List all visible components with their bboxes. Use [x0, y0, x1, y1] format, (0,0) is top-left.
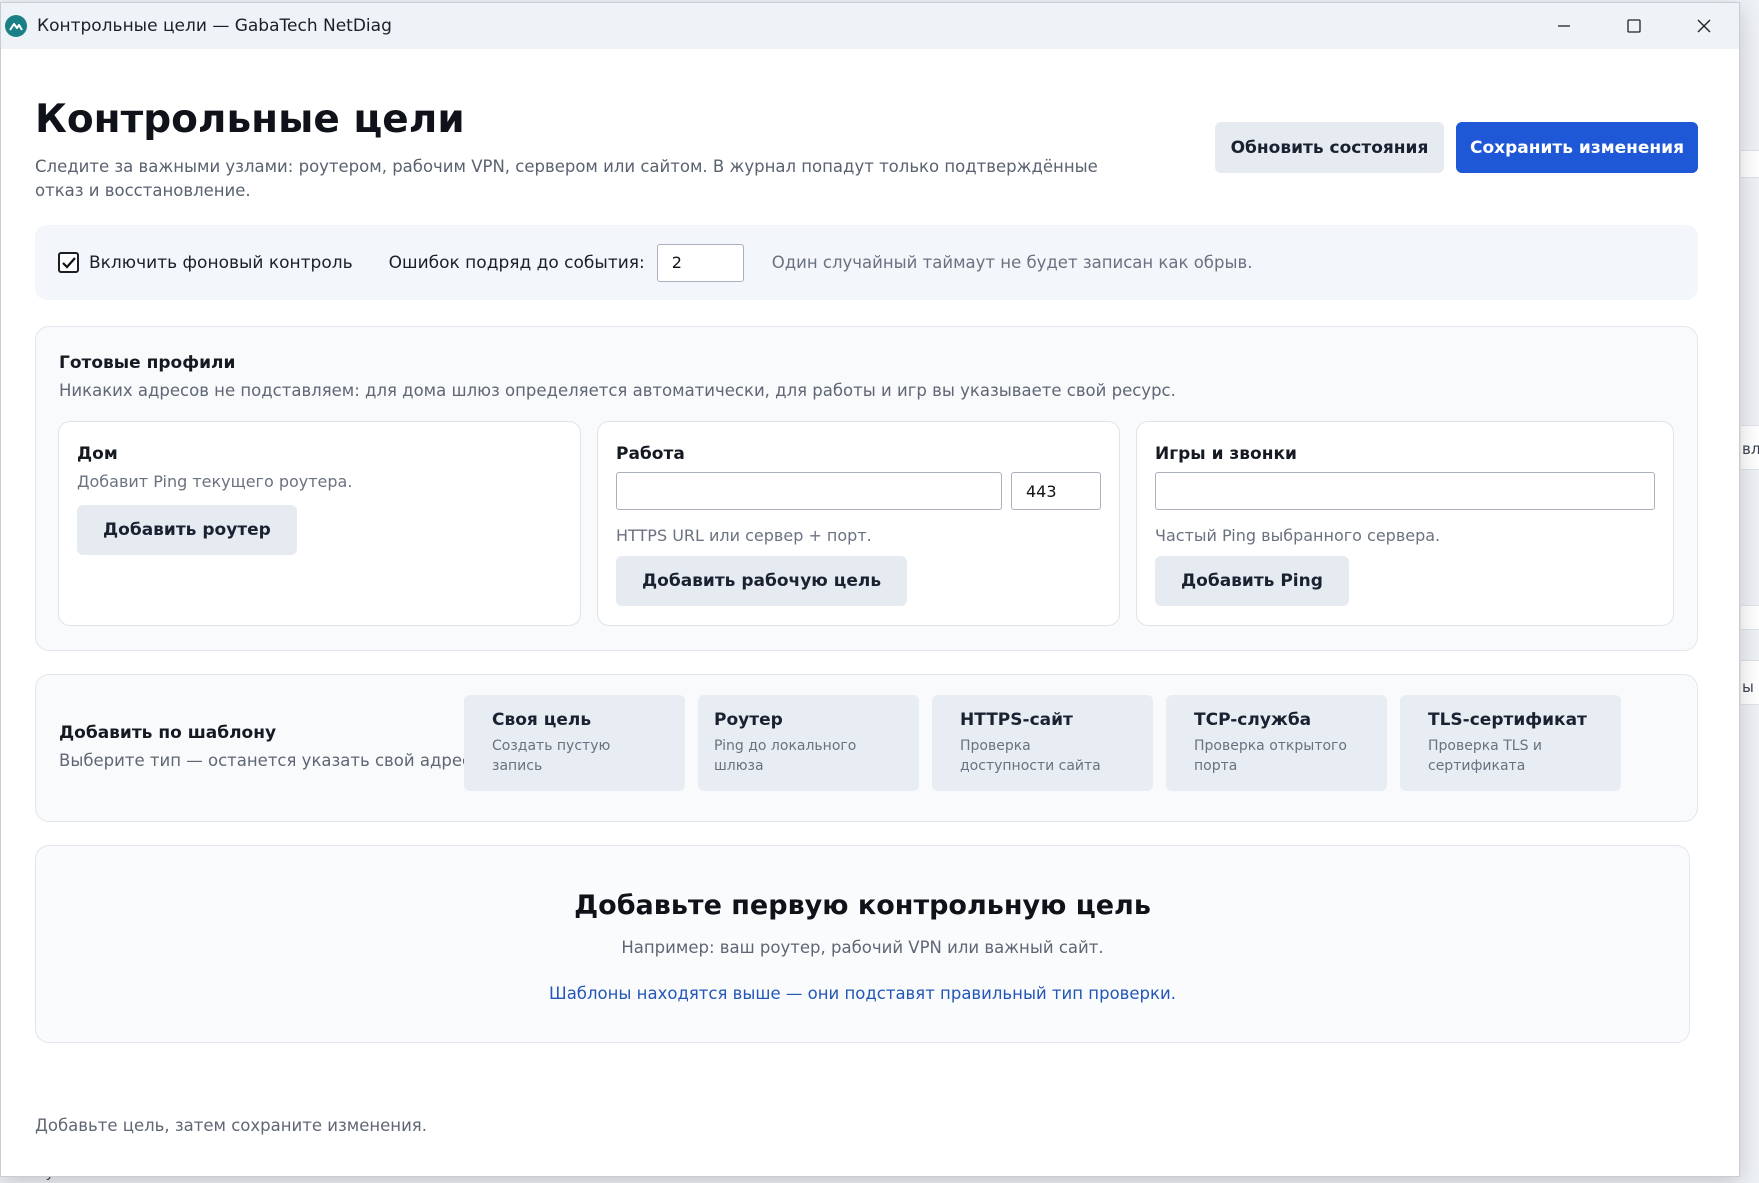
templates-subtitle: Выберите тип — останется указать свой ад…: [59, 751, 477, 770]
profiles-subtitle: Никаких адресов не подставляем: для дома…: [59, 381, 1176, 400]
games-input-hint: Частый Ping выбранного сервера.: [1155, 526, 1441, 545]
empty-state-subtitle: Например: ваш роутер, рабочий VPN или ва…: [621, 938, 1104, 957]
template-title: Своя цель: [492, 710, 592, 730]
minimize-button[interactable]: [1529, 3, 1599, 49]
template-description: Проверка TLS и сертификата: [1428, 738, 1543, 774]
save-changes-button[interactable]: Сохранить изменения: [1456, 122, 1698, 173]
enable-monitoring-checkbox[interactable]: [58, 252, 79, 273]
profile-card-title: Игры и звонки: [1155, 444, 1297, 464]
background-text: ы: [1742, 678, 1754, 696]
page-title: Контрольные цели: [35, 97, 465, 142]
template-https-site[interactable]: HTTPS-сайт Проверка доступности сайта: [932, 695, 1153, 791]
failures-threshold-label: Ошибок подряд до события:: [388, 252, 645, 273]
ready-profiles-panel: Готовые профили Никаких адресов не подст…: [35, 326, 1698, 651]
template-custom-target[interactable]: Своя цель Создать пустую запись: [464, 695, 685, 791]
template-title: TCP-служба: [1194, 710, 1312, 730]
window-controls: [1529, 3, 1739, 49]
template-description: Проверка доступности сайта: [960, 738, 1101, 774]
profile-card-description: Добавит Ping текущего роутера.: [77, 472, 353, 491]
template-title: HTTPS-сайт: [960, 710, 1073, 730]
template-router[interactable]: Роутер Ping до локального шлюза: [698, 695, 919, 791]
template-title: Роутер: [714, 710, 783, 730]
profile-card-title: Работа: [616, 444, 685, 464]
profile-card-title: Дом: [77, 444, 118, 464]
minimize-icon: [1558, 25, 1570, 27]
footer-status-text: Добавьте цель, затем сохраните изменения…: [35, 1116, 427, 1135]
title-bar[interactable]: Контрольные цели — GabaTech NetDiag: [1, 3, 1739, 49]
enable-monitoring-label[interactable]: Включить фоновый контроль: [89, 253, 353, 273]
template-tls-certificate[interactable]: TLS-сертификат Проверка TLS и сертификат…: [1400, 695, 1621, 791]
empty-state-templates-link[interactable]: Шаблоны находятся выше — они подставят п…: [36, 984, 1689, 1003]
add-ping-button[interactable]: Добавить Ping: [1155, 556, 1349, 606]
checkmark-icon: [61, 256, 76, 269]
page-subtitle: Следите за важными узлами: роутером, раб…: [35, 157, 1098, 200]
refresh-states-button[interactable]: Обновить состояния: [1215, 122, 1444, 173]
profile-card-work: Работа HTTPS URL или сервер + порт. Доба…: [597, 421, 1120, 626]
templates-title: Добавить по шаблону: [59, 723, 277, 743]
work-host-input[interactable]: [616, 472, 1002, 510]
work-input-hint: HTTPS URL или сервер + порт.: [616, 526, 872, 545]
app-logo-icon: [5, 15, 27, 37]
profile-card-games: Игры и звонки Частый Ping выбранного сер…: [1136, 421, 1674, 626]
monitoring-settings-bar: Включить фоновый контроль Ошибок подряд …: [35, 225, 1698, 300]
empty-state-title: Добавьте первую контрольную цель: [574, 890, 1151, 921]
close-icon: [1697, 19, 1711, 33]
empty-state-panel: Добавьте первую контрольную цель Наприме…: [35, 845, 1690, 1043]
work-port-input[interactable]: [1011, 472, 1101, 510]
window-title: Контрольные цели — GabaTech NetDiag: [37, 16, 392, 36]
page-header: Контрольные цели Следите за важными узла…: [1, 49, 1739, 229]
add-router-button[interactable]: Добавить роутер: [77, 505, 297, 555]
template-description: Проверка открытого порта: [1194, 738, 1347, 774]
template-title: TLS-сертификат: [1428, 710, 1587, 730]
templates-panel: Добавить по шаблону Выберите тип — остан…: [35, 674, 1698, 822]
background-row: [1741, 150, 1759, 178]
maximize-icon: [1627, 19, 1641, 33]
close-button[interactable]: [1669, 3, 1739, 49]
template-tcp-service[interactable]: TCP-служба Проверка открытого порта: [1166, 695, 1387, 791]
template-description: Создать пустую запись: [492, 738, 611, 774]
add-work-target-button[interactable]: Добавить рабочую цель: [616, 556, 908, 606]
background-text: вл: [1742, 440, 1759, 458]
maximize-button[interactable]: [1599, 3, 1669, 49]
games-server-input[interactable]: [1155, 472, 1655, 510]
profiles-title: Готовые профили: [59, 353, 236, 373]
failures-threshold-hint: Один случайный таймаут не будет записан …: [771, 253, 1253, 272]
profile-card-home: Дом Добавит Ping текущего роутера. Добав…: [58, 421, 581, 626]
background-row: [1741, 605, 1759, 630]
app-window: Контрольные цели — GabaTech NetDiag Конт…: [0, 2, 1740, 1177]
failures-threshold-input[interactable]: [656, 243, 744, 282]
template-description: Ping до локального шлюза: [714, 738, 857, 774]
